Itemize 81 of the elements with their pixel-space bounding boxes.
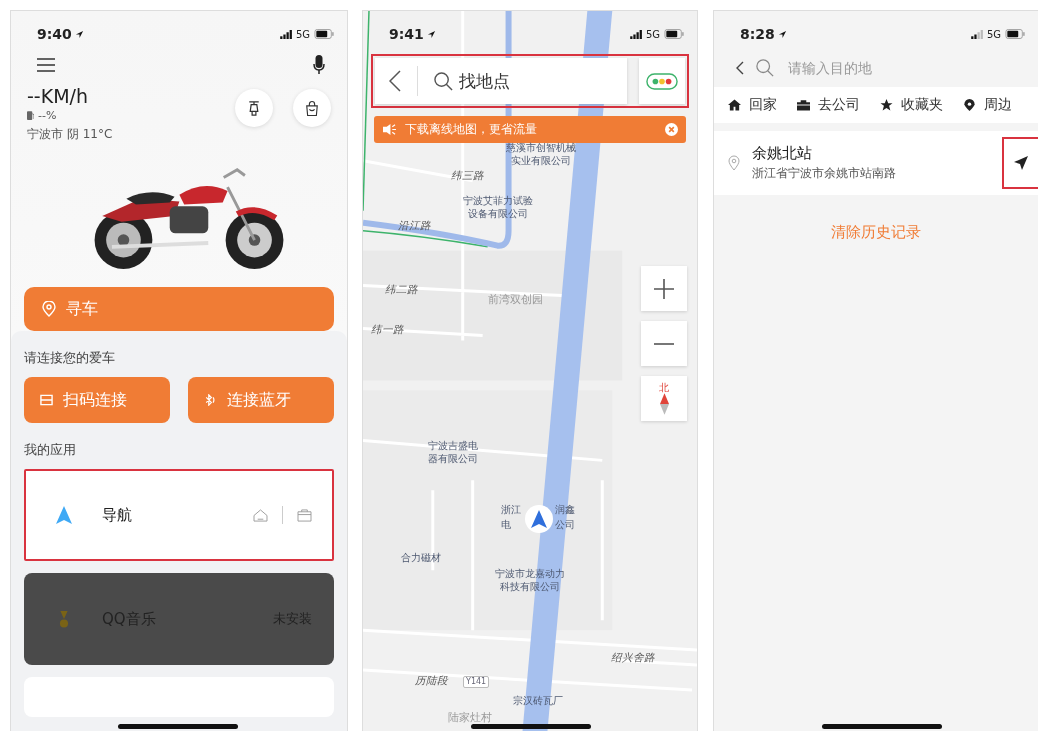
location-arrow-icon bbox=[426, 29, 436, 39]
network-label: 5G bbox=[295, 28, 310, 40]
network-label: 5G bbox=[645, 28, 660, 40]
traffic-light-icon bbox=[646, 72, 678, 90]
navigate-button[interactable] bbox=[1002, 137, 1038, 189]
map-place-label: 浙江 bbox=[501, 503, 521, 516]
place-address: 浙江省宁波市余姚市站南路 bbox=[752, 165, 896, 182]
search-bar[interactable]: 找地点 bbox=[375, 58, 627, 104]
traffic-button[interactable] bbox=[639, 58, 685, 104]
status-time: 9:41 bbox=[389, 26, 424, 42]
scooter-icon bbox=[247, 99, 261, 117]
map-place-label: 宁波艾菲力试验 设备有限公司 bbox=[463, 194, 533, 220]
area-label: 前湾双创园 bbox=[488, 293, 543, 306]
search-icon bbox=[756, 59, 774, 77]
road-label: 纬一路 bbox=[371, 323, 404, 336]
map-place-label: 公司 bbox=[555, 518, 575, 531]
home-icon bbox=[728, 99, 741, 111]
back-icon[interactable] bbox=[389, 70, 401, 92]
signal-icon bbox=[279, 29, 293, 39]
location-arrow-icon bbox=[777, 29, 787, 39]
map-place-label: 合力磁材 bbox=[401, 551, 441, 564]
speaker-icon bbox=[382, 123, 397, 136]
battery-icon bbox=[314, 29, 335, 39]
compass-button[interactable]: 北 bbox=[641, 376, 687, 421]
navigation-arrow-icon bbox=[1014, 156, 1028, 170]
minus-icon bbox=[654, 341, 674, 346]
fuel-pump-icon bbox=[27, 111, 34, 120]
zoom-in-button[interactable] bbox=[641, 266, 687, 311]
shopping-bag-button[interactable] bbox=[293, 89, 331, 127]
close-icon[interactable] bbox=[665, 123, 678, 136]
menu-icon[interactable] bbox=[37, 58, 55, 72]
signal-icon bbox=[629, 29, 643, 39]
navigation-arrow-icon bbox=[531, 510, 547, 528]
star-icon bbox=[880, 99, 893, 111]
weather-text: 宁波市 阴 11°C bbox=[27, 126, 114, 143]
search-field[interactable]: 找地点 bbox=[457, 70, 601, 92]
fuel-reading: --% bbox=[38, 109, 57, 122]
map-place-label: 宁波吉盛电 器有限公司 bbox=[428, 439, 478, 465]
connect-prompt: 请连接您的爱车 bbox=[24, 349, 116, 367]
battery-icon bbox=[664, 29, 685, 39]
status-time: 8:28 bbox=[740, 26, 775, 42]
map-place-label: 电 bbox=[501, 518, 511, 531]
road-label: 绍兴舍路 bbox=[611, 651, 655, 664]
destination-search-field[interactable]: 请输入目的地 bbox=[786, 59, 990, 77]
road-label: 纬二路 bbox=[385, 283, 418, 296]
scan-icon bbox=[40, 394, 53, 406]
navigation-arrow-icon bbox=[56, 506, 72, 524]
microphone-icon[interactable] bbox=[313, 55, 325, 75]
shopping-bag-icon bbox=[305, 99, 319, 117]
compass-needle-icon bbox=[659, 393, 669, 415]
signal-icon bbox=[970, 29, 984, 39]
location-pin-icon bbox=[963, 99, 976, 111]
banner-text: 下载离线地图，更省流量 bbox=[405, 121, 537, 138]
scooter-button[interactable] bbox=[235, 89, 273, 127]
map-place-label: 宁波市龙嘉动力 科技有限公司 bbox=[495, 567, 565, 593]
location-arrow-icon bbox=[74, 29, 84, 39]
road-label: 历陆段 bbox=[415, 674, 448, 687]
road-label: 沿江路 bbox=[398, 219, 431, 232]
road-label: 纬三路 bbox=[451, 169, 484, 182]
search-icon bbox=[434, 71, 453, 91]
plus-icon bbox=[654, 278, 674, 299]
area-label: 陆家灶村 bbox=[448, 711, 492, 724]
battery-icon bbox=[1005, 29, 1026, 39]
bluetooth-icon bbox=[204, 394, 217, 406]
place-name[interactable]: 余姚北站 bbox=[752, 144, 896, 163]
home-shortcut[interactable]: 回家 bbox=[724, 96, 781, 114]
road-number-badge: Y141 bbox=[463, 676, 490, 688]
location-pin-icon bbox=[728, 155, 740, 171]
map-place-label: 润鑫 bbox=[555, 503, 575, 516]
nearby-shortcut[interactable]: 周边 bbox=[959, 96, 1016, 114]
work-shortcut[interactable]: 去公司 bbox=[793, 96, 864, 114]
status-time: 9:40 bbox=[37, 26, 72, 42]
location-pin-icon bbox=[42, 301, 56, 317]
network-label: 5G bbox=[986, 28, 1001, 40]
briefcase-icon bbox=[797, 99, 810, 111]
back-icon[interactable] bbox=[736, 61, 744, 75]
apps-section-title: 我的应用 bbox=[24, 441, 77, 459]
speed-reading: --KM/h bbox=[27, 85, 89, 107]
map-place-label: 慈溪市创智机械 实业有限公司 bbox=[506, 141, 576, 167]
favorites-shortcut[interactable]: 收藏夹 bbox=[876, 96, 947, 114]
app-name: 导航 bbox=[102, 505, 132, 525]
